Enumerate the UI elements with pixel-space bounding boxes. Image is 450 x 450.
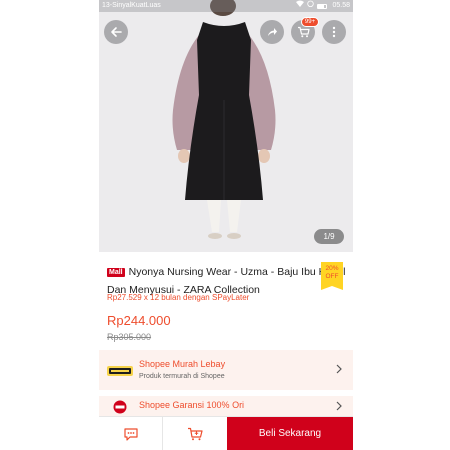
product-page: 13-SinyalKuatLuas 05.58 99+ 1/9 Mall Nyo… xyxy=(99,0,353,450)
more-vertical-icon xyxy=(332,26,336,38)
product-title: Nyonya Nursing Wear - Uzma - Baju Ibu Ha… xyxy=(107,266,346,296)
product-price: Rp244.000 xyxy=(107,313,171,328)
chat-button[interactable] xyxy=(99,417,163,450)
arrow-left-icon xyxy=(111,27,122,37)
promo-murah-lebay[interactable]: Shopee Murah Lebay Produk termurah di Sh… xyxy=(99,350,353,390)
share-icon xyxy=(268,28,277,36)
add-to-cart-button[interactable] xyxy=(163,417,227,450)
product-image[interactable]: 13-SinyalKuatLuas 05.58 99+ 1/9 xyxy=(99,0,353,252)
add-to-cart-icon xyxy=(188,427,203,441)
cart-icon xyxy=(297,26,310,38)
murah-lebay-icon xyxy=(107,364,133,376)
cart-count-badge: 99+ xyxy=(301,17,319,27)
discount-percent: 20% xyxy=(325,265,339,272)
ori-badge-icon xyxy=(107,400,133,414)
back-button[interactable] xyxy=(104,20,128,44)
status-bar: 13-SinyalKuatLuas 05.58 xyxy=(99,0,353,12)
more-button[interactable] xyxy=(322,20,346,44)
promo-title: Shopee Murah Lebay xyxy=(139,358,226,369)
product-photo xyxy=(99,0,353,252)
buy-now-button[interactable]: Beli Sekarang xyxy=(227,417,353,450)
clock: 05.58 xyxy=(332,2,350,9)
installment-info[interactable]: Rp27.529 x 12 bulan dengan SPayLater xyxy=(107,293,249,302)
battery-icon xyxy=(317,3,328,9)
promo-garansi-ori[interactable]: Shopee Garansi 100% Ori xyxy=(99,396,353,416)
chevron-right-icon xyxy=(333,400,345,414)
bottom-action-bar: Beli Sekarang xyxy=(99,416,353,450)
chat-icon xyxy=(123,428,138,441)
promo-subtitle: Produk termurah di Shopee xyxy=(139,372,225,380)
carrier-name: 13-SinyalKuatLuas xyxy=(102,2,161,9)
discount-label: OFF xyxy=(325,273,339,280)
alarm-icon xyxy=(307,0,315,12)
share-button[interactable] xyxy=(260,20,284,44)
discount-badge: 20% OFF xyxy=(321,262,343,290)
promo-title: Shopee Garansi 100% Ori xyxy=(139,400,245,410)
chevron-right-icon xyxy=(333,363,345,377)
image-page-indicator: 1/9 xyxy=(314,229,344,244)
wifi-icon xyxy=(296,0,305,12)
original-price: Rp305.000 xyxy=(107,332,152,342)
mall-badge: Mall xyxy=(107,268,125,277)
